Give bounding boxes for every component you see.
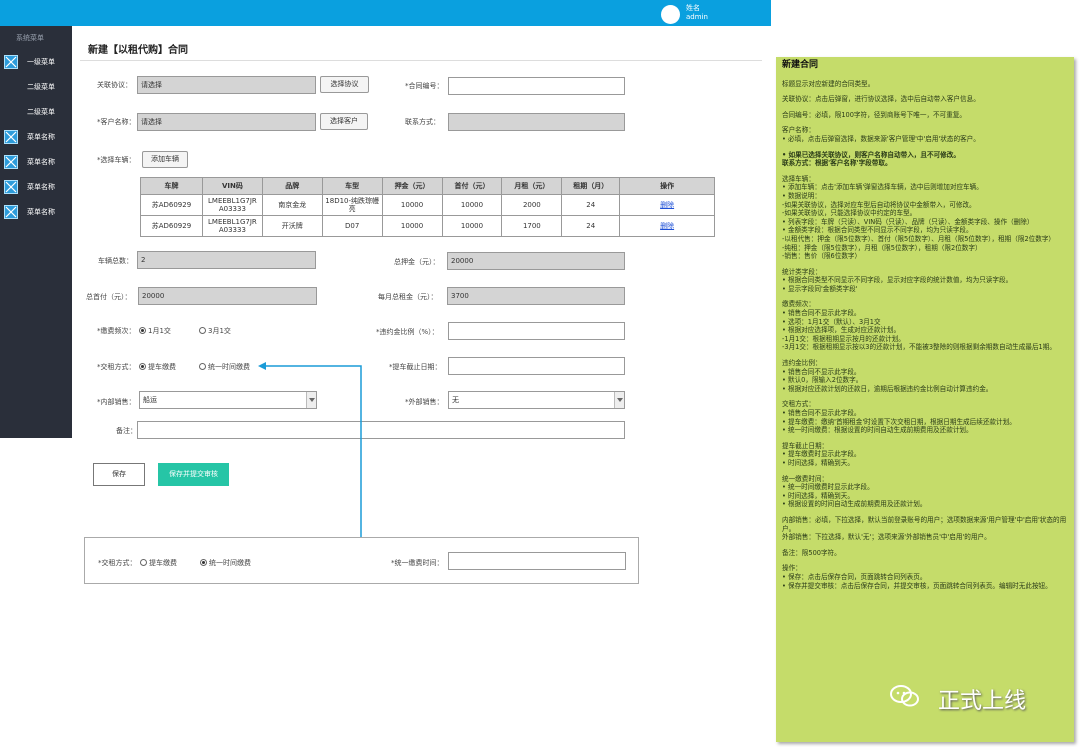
alt-rent-mode-panel: *交租方式： 提车缴费 统一时间缴费 *统一缴费时间： [84,537,639,584]
note-paragraph: 备注：限500字符。 [782,548,841,557]
note-paragraph: 合同编号：必填，限100字符，径到商账号下唯一，不可重复。 [782,110,967,119]
connector-arrow [258,362,362,537]
note-paragraph: 缴费频次： • 销售合同不显示此字段。 • 选项：1月1交（默认）、3月1交 •… [782,300,1056,352]
note-paragraph: 交租方式： • 销售合同不显示此字段。 • 提车缴费：缴纳'首期租金'时设置下次… [782,400,1016,435]
note-paragraph: 关联协议：点击后弹窗，进行协议选择，选中后自动带入客户信息。 [782,95,980,104]
note-paragraph: 标题显示对应新建的合同类型。 [782,79,875,88]
annotation-note: 新建合同 标题显示对应新建的合同类型。关联协议：点击后弹窗，进行协议选择，选中后… [776,57,1074,742]
note-paragraph: 统计类字段： • 根据合同类型不同显示不同字段，显示对应字段的统计数值，均为只读… [782,267,1013,293]
wechat-icon [890,685,919,707]
note-paragraph: 提车截止日期： • 提车缴费时显示此字段。 • 时间选择，精确到天。 [782,441,861,467]
note-paragraph: 操作： • 保存：点击后保存合同，页面跳转合同列表页。 • 保存并提交审核：点击… [782,564,1052,590]
radio-checked-icon[interactable] [200,559,207,566]
note-paragraph: 客户名称： • 必填，点击后弹窗选择，数据来源'客户管理'中'启用'状态的客户。 [782,126,980,143]
note-title: 新建合同 [782,60,819,70]
note-paragraph: 内部销售：必填，下拉选择，默认当前登录账号的用户；选项数据来源'用户管理'中'启… [782,515,1067,542]
unified-time-label: *统一缴费时间： [391,559,444,567]
note-paragraph: 选择车辆： • 添加车辆：点击'添加车辆'弹窗选择车辆，选中后则增加对应车辆。 … [782,174,1056,261]
note-paragraph: • 如果已选择关联协议，则客户名称自动带入，且不可修改。 联系方式：根据'客户名… [782,150,960,168]
alt-rent-mode-option-unified[interactable]: 统一时间缴费 [200,558,251,568]
note-paragraph: 违约金比例： • 销售合同不显示此字段。 • 默认0，限输入2位数字。 • 根据… [782,359,993,393]
note-paragraph: 统一缴费时间： • 统一时间缴费时显示此字段。 • 时间选择，精确到天。 • 根… [782,474,927,509]
alt-rent-mode-label: *交租方式： [98,559,137,567]
alt-rent-mode-option-pickup[interactable]: 提车缴费 [140,558,177,568]
unified-time-input[interactable] [448,552,626,570]
watermark-text: 正式上线 [938,689,1027,714]
radio-unchecked-icon[interactable] [140,559,147,566]
